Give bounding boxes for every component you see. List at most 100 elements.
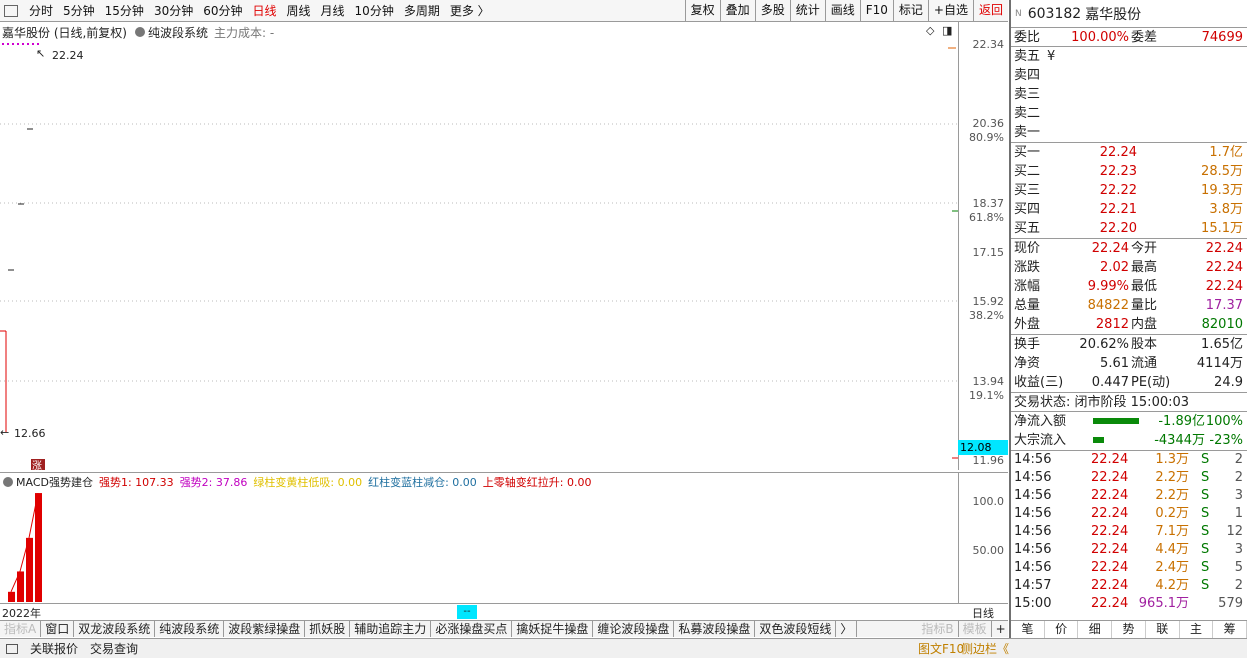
buys-volume: 3.8万 [1209,202,1243,217]
fundamental-stats: 换手 20.62% 股本 1.65亿 净资 5.61 流通 4114万 收益(三) 0.447 PE… [1011,335,1247,393]
sidebar-toggle[interactable]: 侧边栏《 [955,640,1015,657]
stat-value: 84822 [1087,298,1129,313]
toolbar-button[interactable]: 画线 [824,0,860,22]
stat-value: 2.02 [1100,260,1129,275]
period-tab[interactable]: 日线 [248,2,282,19]
period-tab[interactable]: 60分钟 [198,2,247,19]
stat-label: 最高 [1131,260,1158,275]
tick-volume: 2.2万 [1155,470,1189,485]
stat-value: 4114万 [1196,356,1243,371]
tick-row: 14:56 22.24 0.2万 S 1 [1011,505,1247,523]
indicator-tab[interactable]: 抓妖股 [305,621,351,637]
macd-s2: 强势2: 37.86 [179,476,248,489]
macd-chart[interactable] [0,490,958,602]
indicator-tab[interactable]: 双色波段短线 [755,621,837,637]
toolbar-button[interactable]: 多股 [754,0,790,22]
tick-volume: 4.4万 [1155,542,1189,557]
period-tab[interactable]: 5分钟 [58,2,100,19]
tick-count: 5 [1234,560,1243,575]
panel-toggle-icon[interactable]: ◨ [942,24,952,37]
quote-tab[interactable]: 筹 [1213,621,1247,638]
stat-value: 5.61 [1100,356,1129,371]
price-axis-label: 17.15 [972,246,1005,259]
indicator-tab[interactable]: 窗口 [41,621,75,637]
status-menu-icon[interactable] [6,643,18,654]
weibi-value: 100.00% [1071,30,1129,45]
toolbar-button[interactable]: 返回 [972,0,1008,22]
stats2-row: 净资 5.61 流通 4114万 [1011,354,1247,373]
indicator-tab[interactable]: 指标A [0,621,42,637]
toolbar-button[interactable]: 复权 [684,0,720,22]
tick-time: 14:56 [1014,506,1052,521]
flow-pct: -23% [1209,433,1243,448]
quote-tab[interactable]: 价 [1045,621,1079,638]
macd-bar [8,591,15,602]
tick-volume: 2.4万 [1155,560,1189,575]
kline-chart[interactable]: ↖ 22.24 ← 12.66 涨 [0,40,960,470]
period-tab[interactable]: 更多 〉 [445,2,495,19]
indicator-tab[interactable]: 模板 [959,621,992,637]
indicator-tab[interactable]: 指标B [917,621,959,637]
indicator-tab[interactable]: + [992,621,1011,637]
quote-tab[interactable]: 细 [1078,621,1113,638]
macd-axis-label: 50.00 [972,544,1005,557]
period-tab[interactable]: 15分钟 [100,2,149,19]
buy-book: 买一 22.24 1.7亿 买二 22.23 28.5万 买三 22.22 19.3万 买四 22.… [1011,143,1247,239]
macd-name[interactable]: MACD强势建仓 [16,474,93,490]
indicator-tab[interactable]: 擒妖捉牛操盘 [512,621,594,637]
trade-status: 交易状态: 闭市阶段 15:00:03 [1014,395,1190,410]
period-tab[interactable]: 多周期 [399,2,445,19]
indicator-tab[interactable]: 〉 [836,621,858,637]
indicator-tab[interactable]: 纯波段系统 [155,621,225,637]
indicator-tab[interactable]: 必涨操盘买点 [431,621,513,637]
toolbar-button[interactable]: 标记 [892,0,928,22]
price-stats: 现价 22.24 今开 22.24 涨跌 2.02 最高 22.24 涨幅 9.99% 最低 22.2… [1011,239,1247,335]
related-quote-link[interactable]: 关联报价 [24,640,84,657]
tick-list[interactable]: 14:56 22.24 1.3万 S 2 14:56 22.24 2.2万 S 2 14:56 22.… [1011,451,1247,613]
price-axis-label: 61.8% [969,211,1004,224]
period-tab[interactable]: 月线 [316,2,350,19]
system-name[interactable]: 纯波段系统 [148,24,208,41]
tick-row: 14:56 22.24 2.4万 S 5 [1011,559,1247,577]
tick-volume: 1.3万 [1155,452,1189,467]
indicator-tab[interactable]: 波段紫绿操盘 [224,621,306,637]
stat-value: 17.37 [1205,298,1243,313]
period-tab[interactable]: 10分钟 [350,2,399,19]
quote-tab[interactable]: 主 [1180,621,1214,638]
indicator-tab[interactable]: 双龙波段系统 [74,621,156,637]
stat-value: 22.24 [1205,241,1243,256]
toolbar-button[interactable]: 叠加 [719,0,755,22]
indicator-tab[interactable]: 缠论波段操盘 [593,621,675,637]
quote-tab[interactable]: 笔 [1011,621,1045,638]
tick-volume: 965.1万 [1138,596,1189,611]
tick-time: 15:00 [1014,596,1052,611]
price-axis-label: 22.34 [972,38,1005,51]
buys-label: 买五 [1014,221,1041,236]
period-tab[interactable]: 30分钟 [149,2,198,19]
period-tab[interactable]: 分时 [24,2,58,19]
tick-count: 12 [1226,524,1243,539]
indicator-tab[interactable]: 私募波段操盘 [674,621,756,637]
tick-volume: 0.2万 [1155,506,1189,521]
toolbar-button[interactable]: 统计 [789,0,825,22]
quote-tab[interactable]: 联 [1146,621,1180,638]
window-icon[interactable] [4,4,18,17]
period-tab[interactable]: 周线 [282,2,316,19]
diamond-icon[interactable]: ◇ [926,24,934,37]
stat-value: 22.24 [1091,241,1129,256]
quote-tab[interactable]: 势 [1112,621,1146,638]
stats2-row: 换手 20.62% 股本 1.65亿 [1011,335,1247,354]
price-axis-label: 11.96 [972,454,1005,467]
indicator-tab[interactable]: 辅助追踪主力 [350,621,432,637]
weicha-value: 74699 [1201,30,1243,45]
trade-query-link[interactable]: 交易查询 [84,640,144,657]
sells-label: 卖二 [1014,106,1041,121]
price-axis-label: 18.37 [972,197,1005,210]
stats2-row: 收益(三) 0.447 PE(动) 24.9 [1011,373,1247,392]
macd-circle-icon [3,477,13,487]
tick-side: S [1201,488,1210,503]
toolbar-button[interactable]: F10 [859,0,893,22]
buys-row: 买五 22.20 15.1万 [1011,219,1247,238]
toolbar-button[interactable]: +自选 [927,0,973,22]
tick-time: 14:56 [1014,452,1052,467]
